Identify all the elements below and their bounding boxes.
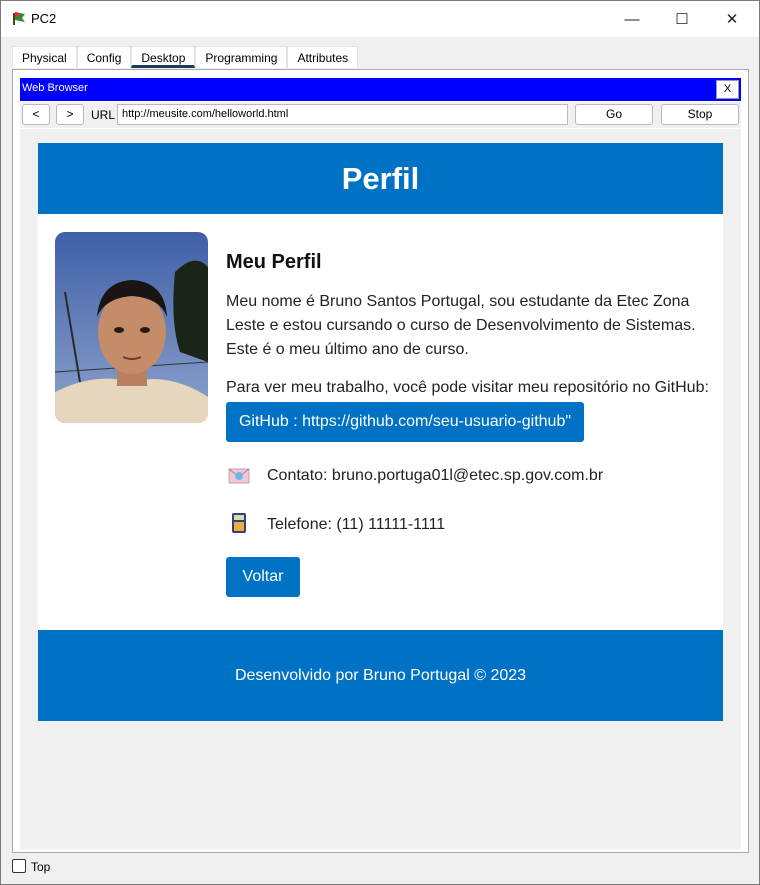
url-input[interactable]: http://meusite.com/helloworld.html (117, 104, 568, 125)
phone-icon (232, 513, 246, 533)
back-button[interactable]: < (22, 104, 50, 125)
top-checkbox[interactable] (12, 859, 26, 873)
top-label: Top (31, 860, 51, 874)
tab-physical[interactable]: Physical (12, 46, 77, 68)
site-footer: Desenvolvido por Bruno Portugal © 2023 (38, 630, 723, 721)
contact-email: Contato: bruno.portuga01l@etec.sp.gov.co… (267, 467, 604, 484)
maximize-button[interactable]: ☐ (657, 1, 707, 37)
github-description: Para ver meu trabalho, você pode visitar… (226, 379, 709, 396)
browser-toolbar: < > URL http://meusite.com/helloworld.ht… (20, 102, 741, 128)
profile-bio: Meu nome é Bruno Santos Portugal, sou es… (226, 293, 696, 358)
back-link-button[interactable]: Voltar (226, 557, 300, 597)
tab-programming[interactable]: Programming (195, 46, 288, 68)
site-header: Perfil (38, 143, 723, 214)
app-window: PC2 — ☐ ✕ Physical Config Desktop Progra… (0, 0, 760, 885)
app-icon (13, 12, 25, 25)
title-bar: PC2 — ☐ ✕ (1, 1, 759, 37)
go-button[interactable]: Go (575, 104, 653, 125)
footer-text: Desenvolvido por Bruno Portugal © 2023 (234, 667, 527, 684)
profile-heading: Meu Perfil (226, 251, 322, 273)
profile-photo (55, 232, 208, 423)
envelope-icon (228, 468, 250, 484)
web-browser-title: Web Browser (22, 82, 88, 94)
forward-button[interactable]: > (56, 104, 84, 125)
window-title: PC2 (31, 11, 57, 26)
stop-button[interactable]: Stop (661, 104, 739, 125)
minimize-button[interactable]: — (607, 1, 657, 37)
tab-bar: Physical Config Desktop Programming Attr… (12, 46, 359, 68)
close-button[interactable]: ✕ (707, 1, 757, 37)
tab-attributes[interactable]: Attributes (287, 46, 359, 68)
contact-phone: Telefone: (11) 11111-1111 (267, 516, 446, 533)
page-title: Perfil (341, 161, 420, 196)
web-browser-close-button[interactable]: X (716, 80, 739, 99)
web-browser-titlebar: Web Browser X (20, 78, 741, 101)
url-label: URL (91, 108, 116, 122)
tab-config[interactable]: Config (76, 46, 132, 68)
tab-desktop[interactable]: Desktop (131, 46, 196, 68)
github-link-button[interactable]: GitHub : https://github.com/seu-usuario-… (226, 402, 584, 442)
